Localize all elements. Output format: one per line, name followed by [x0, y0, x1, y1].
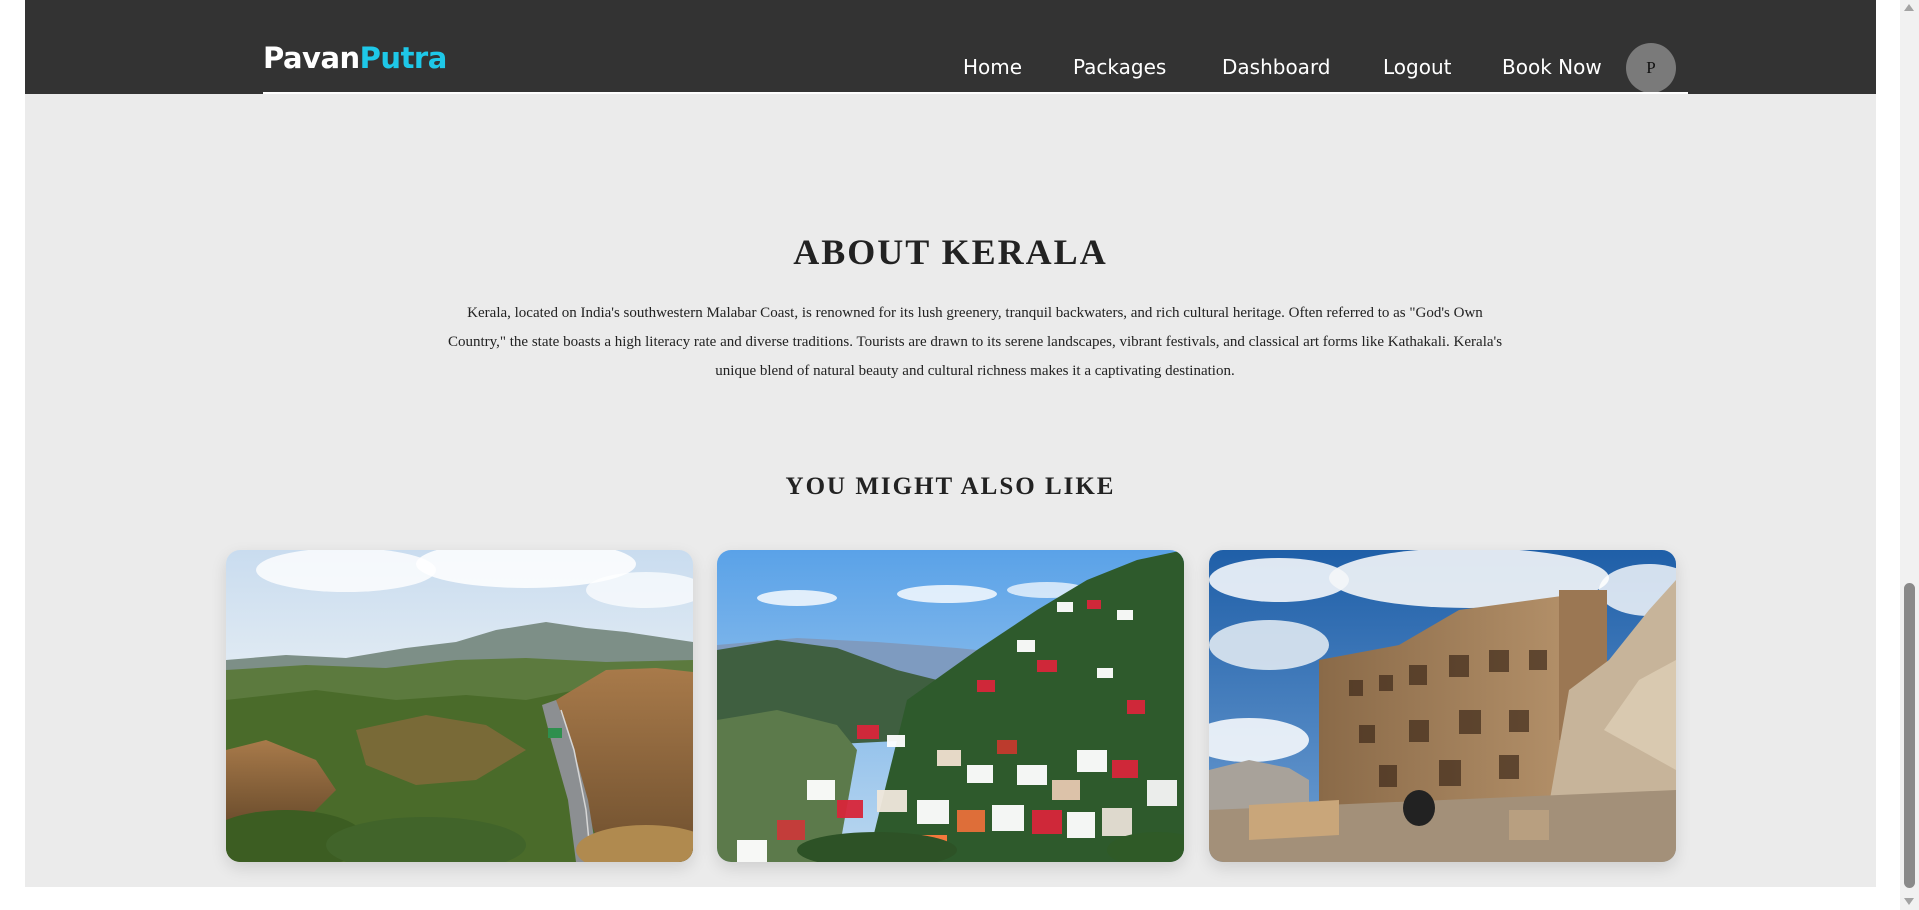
- page-bottom-strip: [0, 887, 1900, 910]
- destination-card-1[interactable]: [226, 550, 693, 862]
- hill-town-image: [717, 550, 1184, 862]
- about-description: Kerala, located on India's southwestern …: [447, 305, 1503, 379]
- page-left-gutter: [0, 0, 25, 910]
- scrollbar-thumb[interactable]: [1904, 583, 1915, 888]
- destination-card-3[interactable]: [1209, 550, 1676, 862]
- scroll-up-arrow-icon[interactable]: [1904, 4, 1914, 11]
- navbar: PavanPutra Home Packages Dashboard Logou…: [25, 0, 1876, 94]
- navbar-underline: [263, 92, 1688, 94]
- stone-palace-image: [1209, 550, 1676, 862]
- valley-highway-image: [226, 550, 693, 862]
- nav-link-book-now[interactable]: Book Now: [1502, 55, 1602, 79]
- nav-link-packages[interactable]: Packages: [1073, 55, 1166, 79]
- nav-link-dashboard[interactable]: Dashboard: [1222, 55, 1331, 79]
- brand-logo[interactable]: PavanPutra: [263, 44, 447, 73]
- scroll-down-arrow-icon[interactable]: [1904, 898, 1914, 905]
- recommendations-title: YOU MIGHT ALSO LIKE: [785, 473, 1116, 500]
- vertical-scrollbar[interactable]: [1900, 0, 1919, 910]
- user-avatar[interactable]: P: [1626, 43, 1676, 93]
- about-title: ABOUT KERALA: [793, 232, 1108, 272]
- page-content: PavanPutra Home Packages Dashboard Logou…: [25, 0, 1876, 887]
- page-right-gutter: [1876, 0, 1900, 910]
- brand-name-primary: Pavan: [263, 41, 360, 75]
- nav-link-logout[interactable]: Logout: [1383, 55, 1451, 79]
- destination-card-2[interactable]: [717, 550, 1184, 862]
- avatar-initial: P: [1646, 58, 1656, 77]
- nav-link-home[interactable]: Home: [963, 55, 1022, 79]
- brand-name-accent: Putra: [359, 41, 448, 75]
